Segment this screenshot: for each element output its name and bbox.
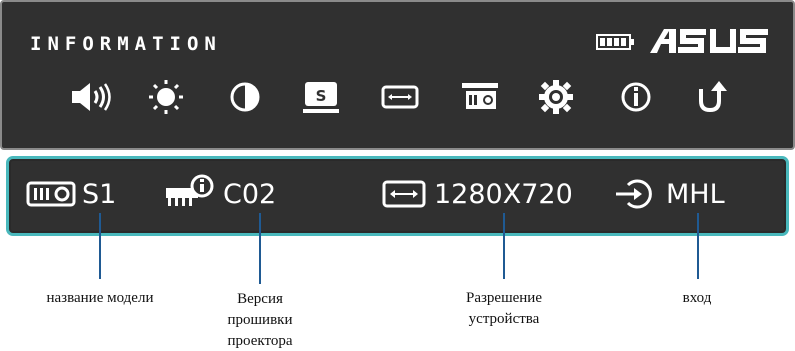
projector-icon[interactable] [460,79,500,115]
resolution-icon [382,180,426,208]
callout-line-resolution [503,213,505,279]
callout-line-input [697,213,699,279]
information-icon[interactable] [618,79,654,115]
return-icon[interactable] [692,79,728,115]
callout-line-firmware [259,213,261,284]
model-value: S1 [82,179,117,210]
callout-resolution-label: Разрешение устройства [465,290,542,327]
input-source-icon [614,177,656,211]
callout-line-model [99,213,101,279]
aspect-ratio-icon[interactable] [380,79,420,115]
callout-firmware-label: Версия прошивки проектора [227,291,293,349]
resolution-value: 1280X720 [434,179,573,210]
projector-model-icon [26,181,76,207]
battery-icon [596,33,636,55]
contrast-icon[interactable] [227,79,263,115]
callout-input-label: вход [682,290,712,306]
asus-logo [648,27,770,59]
firmware-value: C02 [223,179,277,210]
firmware-chip-icon [164,174,216,208]
svg-text:S: S [316,87,327,105]
menu-title: INFORMATION [30,33,222,55]
osd-menu-panel [0,0,795,150]
brightness-icon[interactable] [146,79,186,115]
volume-icon[interactable] [70,79,114,115]
callout-model-label: название модели [46,290,154,306]
source-icon[interactable]: S [302,79,340,115]
settings-gear-icon[interactable] [537,79,575,115]
osd-screen: INFORMATION S S1 C02 1280X720 MHL назван… [0,0,795,351]
input-value: MHL [666,179,725,210]
